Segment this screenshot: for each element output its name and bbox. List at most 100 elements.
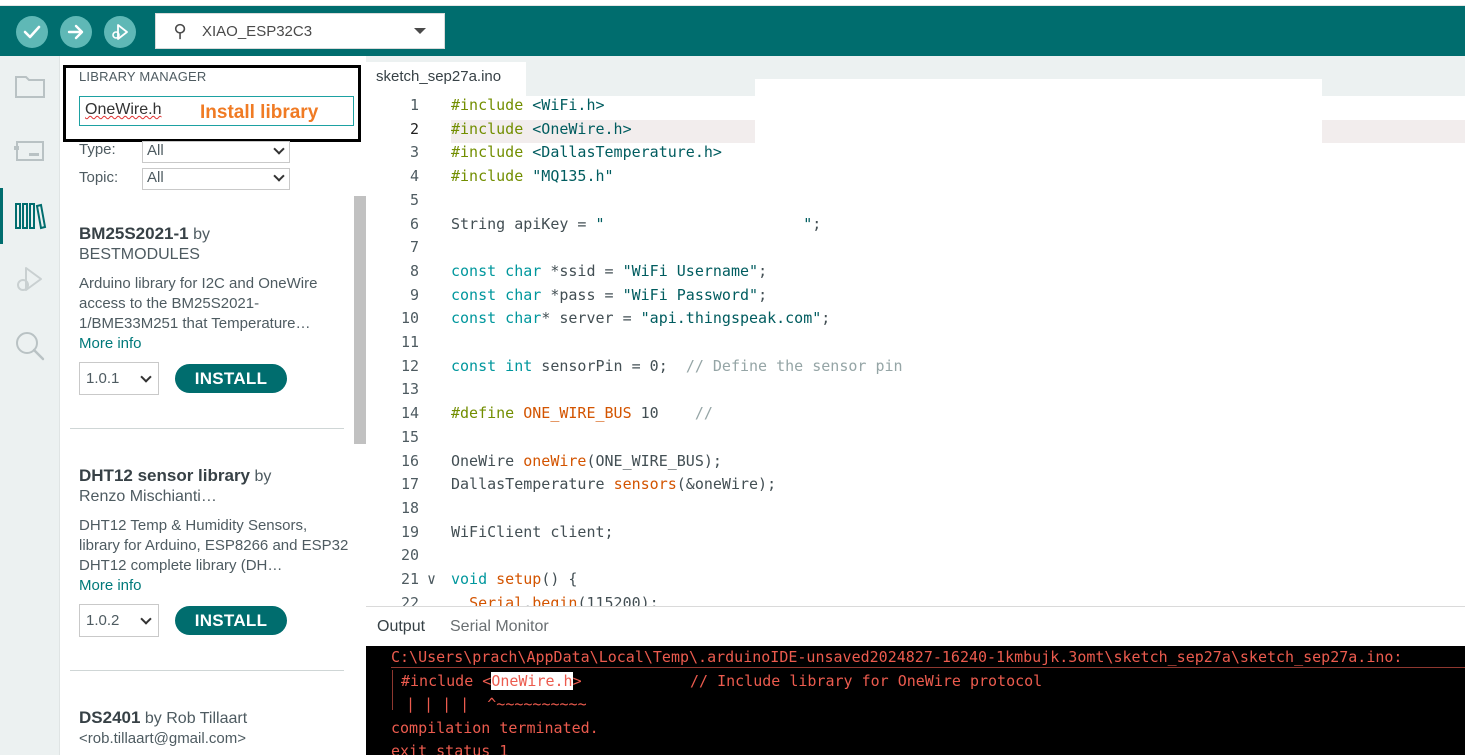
line-number: 11 <box>400 333 419 351</box>
code-text: Serial.begin(115200); <box>469 593 659 606</box>
tab-output[interactable]: Output <box>377 618 425 636</box>
verify-button[interactable] <box>16 16 48 48</box>
board-manager-icon <box>14 141 44 161</box>
divider <box>70 670 344 671</box>
include-suffix: > // Include library for OneWire protoco… <box>572 672 1043 690</box>
line-number: 4 <box>409 167 419 186</box>
upload-button[interactable] <box>60 16 92 48</box>
tab-sketch[interactable]: sketch_sep27a.ino <box>366 62 526 96</box>
version-value: 1.0.1 <box>86 370 120 387</box>
code-line: 11 <box>366 333 1465 357</box>
version-select[interactable]: 1.0.1 <box>79 362 159 395</box>
line-number: 13 <box>400 380 419 399</box>
library-author: <rob.tillaart@gmail.com> <box>79 730 246 747</box>
code-line: 4 #include "MQ135.h" <box>366 167 1465 191</box>
code-text: #include <WiFi.h> <box>451 96 605 114</box>
line-number: 1 <box>409 96 419 114</box>
code-text: const char *pass = "WiFi Password"; <box>451 285 768 304</box>
toolbar: ⚲ XIAO_ESP32C3 <box>0 6 1465 56</box>
debug-icon <box>17 267 42 291</box>
library-author: Renzo Mischianti… <box>79 488 217 505</box>
type-filter-select[interactable]: All <box>142 141 290 163</box>
tab-serial-monitor[interactable]: Serial Monitor <box>450 618 549 636</box>
line-number: 15 <box>400 427 419 446</box>
more-info-link[interactable]: More info <box>79 335 349 352</box>
line-number: 5 <box>409 190 419 209</box>
debug-button[interactable] <box>104 16 136 48</box>
line-number: 7 <box>409 238 419 257</box>
chevron-down-icon <box>414 28 426 34</box>
activity-sidebar <box>0 56 60 755</box>
library-controls: 1.0.1 INSTALL <box>79 362 349 396</box>
carets: ^~~~~~~~~~~ <box>487 695 587 713</box>
topic-filter-select[interactable]: All <box>142 168 290 190</box>
library-list-scrollbar[interactable] <box>354 196 366 444</box>
divider <box>70 428 344 429</box>
code-line: 10 const char* server = "api.thingspeak.c… <box>366 309 1465 333</box>
fold-chevron-icon[interactable]: ∨ <box>427 570 436 588</box>
code-line: 18 <box>366 499 1465 523</box>
chevron-down-icon <box>140 613 152 625</box>
debug-panel-button[interactable] <box>12 262 48 298</box>
line-number: 10 <box>400 309 419 328</box>
code-line: 17 DallasTemperature sensors(&oneWire); <box>366 475 1465 499</box>
code-line: 6 String apiKey = " "; <box>366 215 1465 239</box>
type-filter-label: Type: <box>79 141 116 158</box>
arrow-right-icon <box>67 24 84 40</box>
board-selector[interactable]: ⚲ XIAO_ESP32C3 <box>155 13 445 49</box>
console-line-pipes: | | | | ^~~~~~~~~~~ <box>406 695 587 713</box>
library-description: DHT12 Temp & Humidity Sensors, library f… <box>79 517 349 574</box>
code-line: 12 const int sensorPin = 0; // Define the… <box>366 357 1465 381</box>
console-line-exit: exit status 1 <box>391 742 509 755</box>
code-line: 14 #define ONE_WIRE_BUS 10 // <box>366 404 1465 428</box>
line-number: 19 <box>400 522 419 541</box>
code-editor[interactable]: 1 #include <WiFi.h> 2 #include <OneWire.h> 3… <box>366 96 1465 606</box>
boards-manager-button[interactable] <box>12 132 48 168</box>
code-line: 15 <box>366 428 1465 452</box>
code-text: #include <OneWire.h> <box>451 119 632 138</box>
code-line: 13 <box>366 380 1465 404</box>
library-author: BESTMODULES <box>79 246 200 263</box>
line-number: 20 <box>400 546 419 565</box>
code-line: 16 OneWire oneWire(ONE_WIRE_BUS); <box>366 452 1465 476</box>
chevron-down-icon <box>273 143 285 155</box>
library-name: DHT12 sensor library <box>79 466 251 485</box>
include-highlight: OneWire.h <box>491 672 573 690</box>
version-select[interactable]: 1.0.2 <box>79 604 159 637</box>
annotation-highlight-box <box>63 65 361 142</box>
topic-filter-value: All <box>147 169 164 186</box>
sketchbook-button[interactable] <box>12 68 48 104</box>
line-number: 8 <box>409 261 419 280</box>
install-button[interactable]: INSTALL <box>175 606 287 635</box>
version-value: 1.0.2 <box>86 612 120 629</box>
pipes: | | | | <box>406 695 470 713</box>
code-line: 20 <box>366 546 1465 570</box>
code-text: DallasTemperature sensors(&oneWire); <box>451 475 777 494</box>
line-number: 16 <box>400 451 419 470</box>
code-line: 3 #include <DallasTemperature.h> <box>366 143 1465 167</box>
console-line-terminated: compilation terminated. <box>391 719 599 737</box>
code-text: const char *ssid = "WiFi Username"; <box>451 261 768 280</box>
code-text: #include <DallasTemperature.h> <box>451 143 722 162</box>
active-indicator <box>0 188 3 244</box>
install-button[interactable]: INSTALL <box>175 364 287 393</box>
line-number: 12 <box>400 356 419 375</box>
code-text: String apiKey = " "; <box>451 214 822 233</box>
search-button[interactable] <box>12 328 48 364</box>
line-number: 18 <box>400 498 419 517</box>
code-text: OneWire oneWire(ONE_WIRE_BUS); <box>451 451 722 470</box>
search-icon <box>16 332 45 361</box>
chevron-down-icon <box>140 371 152 383</box>
more-info-link[interactable]: More info <box>79 577 349 594</box>
output-console: C:\Users\prach\AppData\Local\Temp\.ardui… <box>366 646 1465 755</box>
code-line: 5 <box>366 191 1465 215</box>
tab-bar-blank-area <box>755 79 1322 96</box>
line-number: 21 <box>400 570 419 588</box>
library-manager-button[interactable] <box>12 198 48 234</box>
output-tab-bar: Output Serial Monitor <box>366 606 1465 646</box>
line-number: 3 <box>409 143 419 162</box>
code-line: 22 Serial.begin(115200); <box>366 594 1465 606</box>
debug-icon <box>112 24 128 40</box>
line-number: 14 <box>400 404 419 423</box>
library-controls: 1.0.2 INSTALL <box>79 604 349 638</box>
